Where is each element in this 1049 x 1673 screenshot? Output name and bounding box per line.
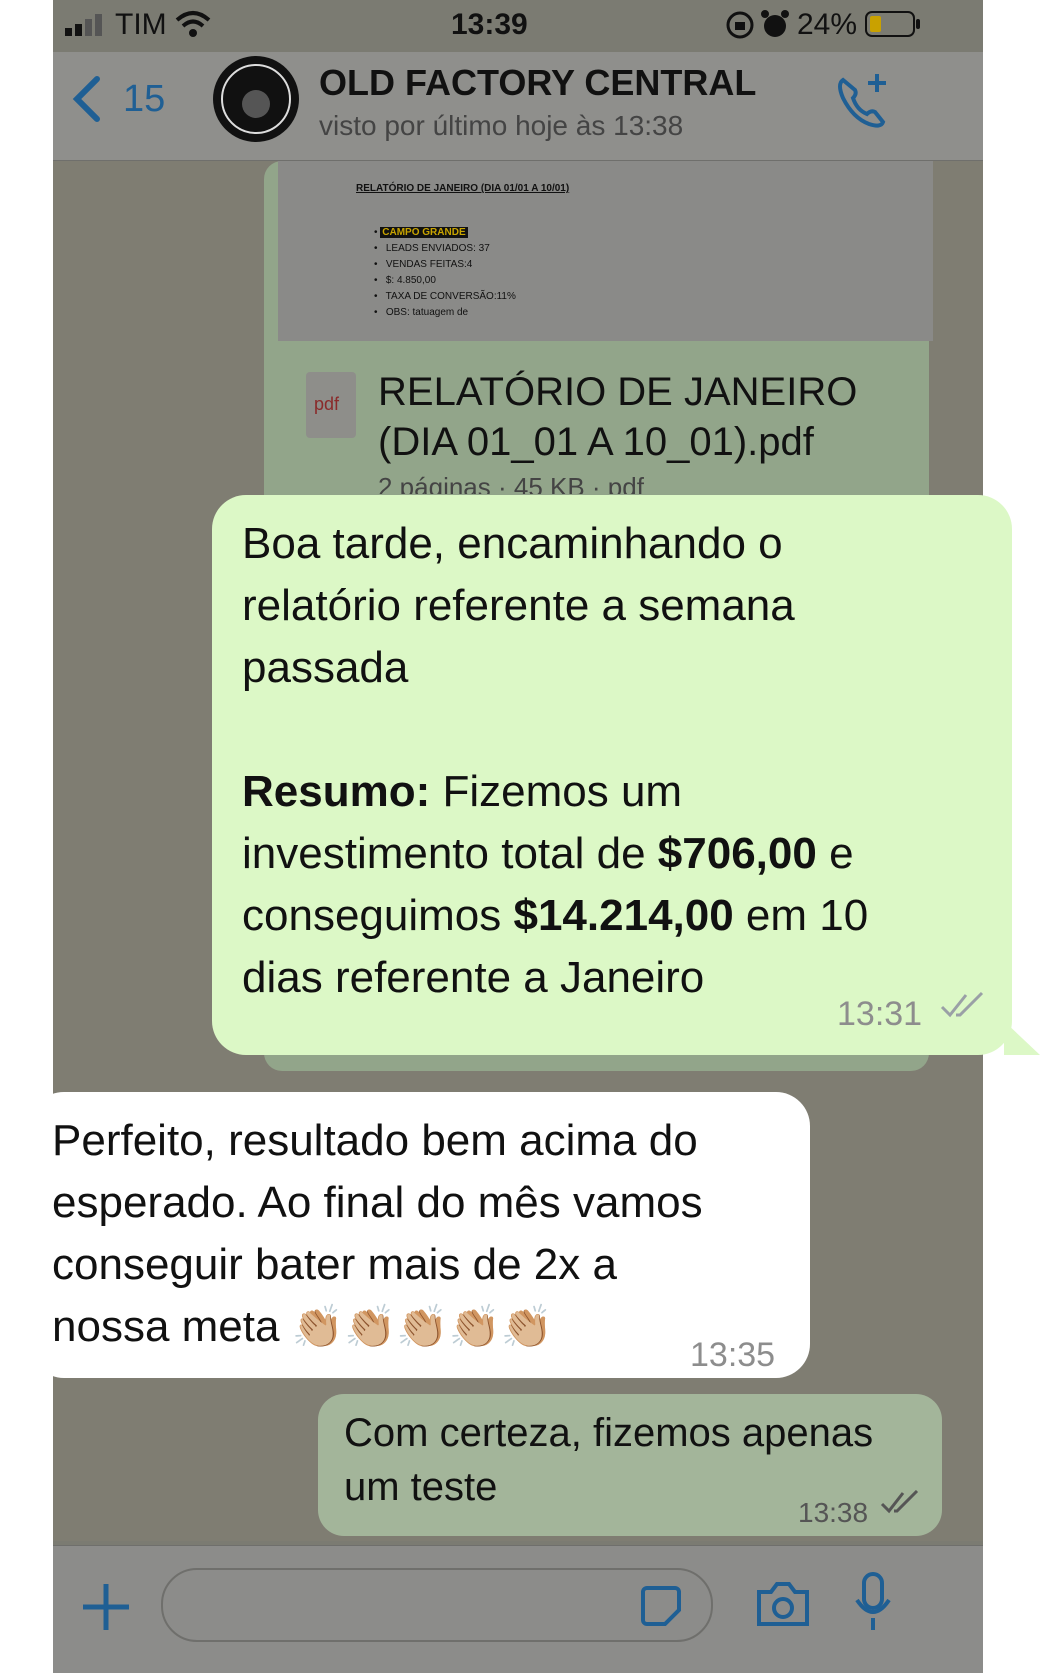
preview-item: • LEADS ENVIADOS: 37 [374,243,490,254]
pdf-icon-label: pdf [314,394,340,414]
bubble-tail [0,1344,32,1378]
message-line: passada [242,643,409,692]
add-call-icon[interactable] [833,70,891,128]
back-chevron-icon[interactable] [71,76,101,122]
alarm-icon [761,10,789,37]
bubble-tail [1004,1021,1040,1055]
contact-name[interactable]: OLD FACTORY CENTRAL [319,62,756,104]
summary-line: Resumo: Fizemos um [242,761,982,823]
message-input[interactable] [161,1568,713,1642]
clock: 13:39 [451,8,528,41]
pdf-file-name-line1[interactable]: RELATÓRIO DE JANEIRO [378,370,857,415]
summary-line: investimento total de $706,00 e [242,823,982,885]
outgoing-message[interactable]: Com certeza, fizemos apenas um teste 13:… [318,1394,942,1536]
summary-line: conseguimos $14.214,00 em 10 [242,885,982,947]
summary-text: conseguimos [242,891,514,940]
contact-avatar[interactable] [213,56,299,142]
wifi-icon [175,11,211,37]
preview-title: RELATÓRIO DE JANEIRO (DIA 01/01 A 10/01) [356,183,570,194]
pdf-preview[interactable]: RELATÓRIO DE JANEIRO (DIA 01/01 A 10/01)… [278,161,933,341]
chat-header: 15 OLD FACTORY CENTRAL visto por último … [53,52,983,161]
summary-label: Resumo: [242,767,431,816]
incoming-message[interactable]: Perfeito, resultado bem acima do esperad… [30,1092,810,1378]
last-seen-status: visto por último hoje às 13:38 [319,110,684,141]
investment-amount: $706,00 [657,829,817,878]
status-bar: TIM 13:39 24% [53,0,983,52]
message-text: nossa meta [52,1302,280,1351]
preview-item: • TAXA DE CONVERSÃO:11% [374,291,516,302]
outgoing-message[interactable]: Boa tarde, encaminhando o relatório refe… [212,495,1012,1055]
battery-percent: 24% [797,8,858,41]
message-line: nossa meta 👏🏼👏🏼👏🏼👏🏼👏🏼 [52,1296,788,1358]
add-attachment-icon[interactable] [81,1582,131,1632]
message-line: Perfeito, resultado bem acima do [52,1116,698,1165]
preview-item: • VENDAS FEITAS:4 [374,259,473,270]
summary-text: e [816,829,854,878]
message-line: esperado. Ao final do mês vamos [52,1178,703,1227]
microphone-icon[interactable] [853,1572,893,1634]
read-receipt-icon [940,991,984,1018]
message-time: 13:31 [837,995,923,1033]
message-line: Boa tarde, encaminhando o [242,519,783,568]
camera-icon[interactable] [755,1580,811,1628]
preview-item: • $: 4.850,00 [374,275,436,286]
carrier-label: TIM [115,8,167,41]
message-time: 13:35 [690,1336,776,1374]
pdf-file-name-line2[interactable]: (DIA 01_01 A 10_01).pdf [378,420,814,465]
summary-text: em 10 [733,891,869,940]
tiger-logo-icon [221,64,291,134]
message-line: conseguir bater mais de 2x a [52,1240,617,1289]
message-line: relatório referente a semana [242,581,795,630]
pdf-file-icon: pdf [306,372,356,438]
battery-icon [865,11,920,37]
read-receipt-icon [880,1490,919,1514]
message-time: 13:38 [798,1497,869,1528]
summary-text: investimento total de [242,829,658,878]
message-composer [53,1545,983,1673]
back-unread-count[interactable]: 15 [123,78,165,121]
summary-text: Fizemos um [430,767,683,816]
preview-city: CAMPO GRANDE [380,227,468,238]
message-line: Com certeza, fizemos apenas [344,1411,874,1455]
pdf-file-meta: 2 páginas · 45 KB · pdf [378,472,644,494]
preview-item: • OBS: tatuagem de [374,307,469,318]
rotation-lock-icon [726,11,754,39]
signal-icon [65,14,102,36]
preview-city-row: • CAMPO GRANDE [374,227,468,238]
revenue-amount: $14.214,00 [513,891,734,940]
sticker-icon[interactable] [639,1584,683,1628]
clapping-hands-emoji: 👏🏼👏🏼👏🏼👏🏼👏🏼 [291,1303,554,1350]
